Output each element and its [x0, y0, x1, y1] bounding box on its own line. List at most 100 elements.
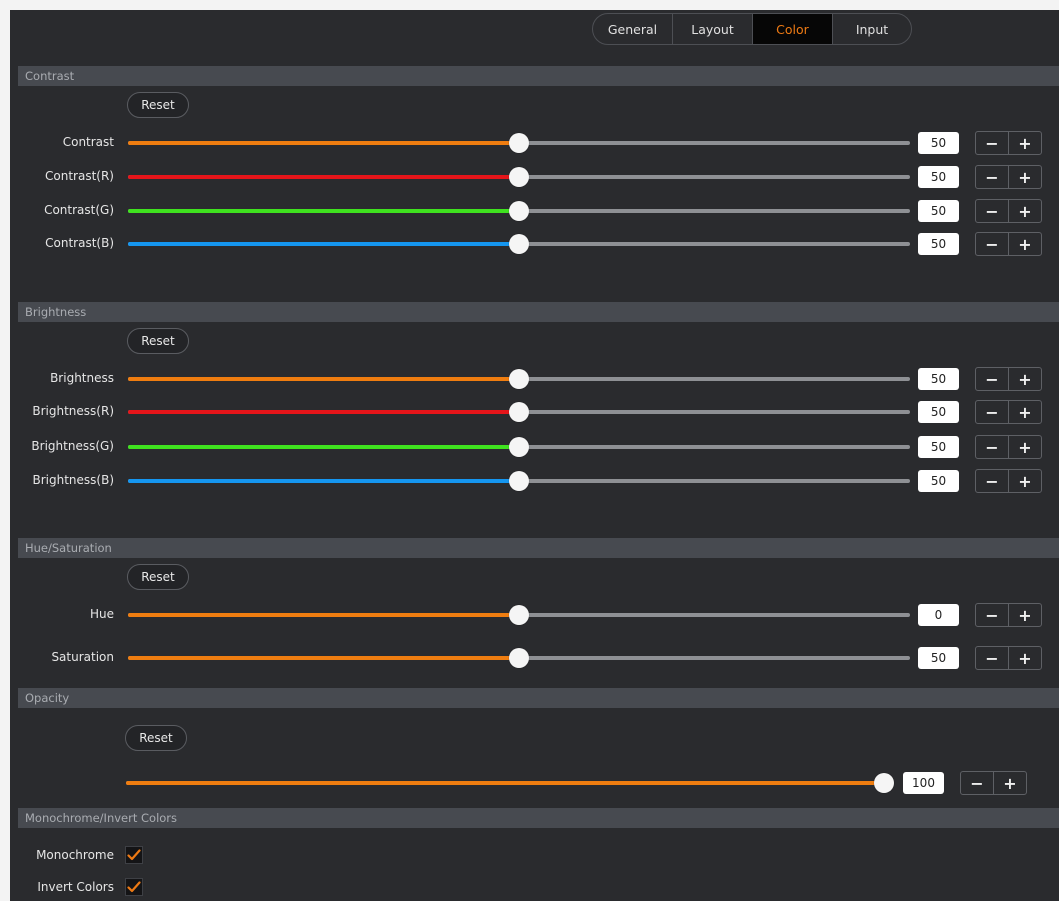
- contrast-reset-button[interactable]: Reset: [127, 92, 189, 118]
- contrast-b-stepper: − +: [975, 232, 1042, 256]
- contrast-g-label: Contrast(G): [44, 203, 114, 217]
- contrast-r-slider-fill: [128, 175, 519, 179]
- invert-colors-checkbox[interactable]: [125, 878, 143, 896]
- brightness-slider-fill: [128, 377, 519, 381]
- opacity-stepper: − +: [960, 771, 1027, 795]
- contrast-r-minus-button[interactable]: −: [976, 166, 1009, 188]
- brightness-b-label: Brightness(B): [32, 473, 114, 487]
- brightness-b-slider-thumb[interactable]: [509, 471, 529, 491]
- brightness-b-value-input[interactable]: 50: [918, 470, 959, 492]
- brightness-label: Brightness: [50, 371, 114, 385]
- contrast-r-value-input[interactable]: 50: [918, 166, 959, 188]
- contrast-g-value-input[interactable]: 50: [918, 200, 959, 222]
- opacity-slider[interactable]: [126, 773, 894, 793]
- brightness-b-minus-button[interactable]: −: [976, 470, 1009, 492]
- brightness-b-slider-fill: [128, 479, 519, 483]
- contrast-value-input[interactable]: 50: [918, 132, 959, 154]
- tab-general[interactable]: General: [593, 14, 673, 44]
- section-header-brightness: Brightness: [18, 302, 1059, 322]
- contrast-g-plus-button[interactable]: +: [1009, 200, 1041, 222]
- brightness-g-value-input[interactable]: 50: [918, 436, 959, 458]
- contrast-g-slider-thumb[interactable]: [509, 201, 529, 221]
- brightness-r-slider[interactable]: [128, 402, 910, 422]
- contrast-slider-thumb[interactable]: [509, 133, 529, 153]
- brightness-value-input[interactable]: 50: [918, 368, 959, 390]
- tab-input[interactable]: Input: [833, 14, 911, 44]
- hue-slider[interactable]: [128, 605, 910, 625]
- opacity-slider-fill: [126, 781, 884, 785]
- brightness-r-plus-button[interactable]: +: [1009, 401, 1041, 423]
- contrast-g-minus-button[interactable]: −: [976, 200, 1009, 222]
- brightness-g-label: Brightness(G): [31, 439, 114, 453]
- hue-reset-button[interactable]: Reset: [127, 564, 189, 590]
- contrast-r-label: Contrast(R): [45, 169, 114, 183]
- brightness-reset-button[interactable]: Reset: [127, 328, 189, 354]
- section-header-hue-saturation: Hue/Saturation: [18, 538, 1059, 558]
- monochrome-label: Monochrome: [36, 848, 114, 862]
- section-header-monochrome-invert: Monochrome/Invert Colors: [18, 808, 1059, 828]
- saturation-slider-thumb[interactable]: [509, 648, 529, 668]
- brightness-g-slider-fill: [128, 445, 519, 449]
- brightness-b-plus-button[interactable]: +: [1009, 470, 1041, 492]
- saturation-minus-button[interactable]: −: [976, 647, 1009, 669]
- brightness-minus-button[interactable]: −: [976, 368, 1009, 390]
- contrast-b-minus-button[interactable]: −: [976, 233, 1009, 255]
- hue-slider-thumb[interactable]: [509, 605, 529, 625]
- saturation-slider[interactable]: [128, 648, 910, 668]
- monochrome-checkbox[interactable]: [125, 846, 143, 864]
- contrast-g-slider[interactable]: [128, 201, 910, 221]
- saturation-plus-button[interactable]: +: [1009, 647, 1041, 669]
- brightness-stepper: − +: [975, 367, 1042, 391]
- contrast-b-slider[interactable]: [128, 234, 910, 254]
- brightness-g-plus-button[interactable]: +: [1009, 436, 1041, 458]
- contrast-r-slider[interactable]: [128, 167, 910, 187]
- contrast-g-slider-fill: [128, 209, 519, 213]
- hue-value-input[interactable]: 0: [918, 604, 959, 626]
- contrast-b-plus-button[interactable]: +: [1009, 233, 1041, 255]
- tab-color[interactable]: Color: [753, 14, 833, 44]
- opacity-plus-button[interactable]: +: [994, 772, 1026, 794]
- brightness-r-slider-fill: [128, 410, 519, 414]
- color-settings-panel: General Layout Color Input Contrast Rese…: [10, 10, 1059, 901]
- contrast-stepper: − +: [975, 131, 1042, 155]
- opacity-minus-button[interactable]: −: [961, 772, 994, 794]
- contrast-b-label: Contrast(B): [45, 236, 114, 250]
- saturation-label: Saturation: [51, 650, 114, 664]
- contrast-r-plus-button[interactable]: +: [1009, 166, 1041, 188]
- brightness-g-stepper: − +: [975, 435, 1042, 459]
- section-header-contrast: Contrast: [18, 66, 1059, 86]
- opacity-slider-thumb[interactable]: [874, 773, 894, 793]
- brightness-g-minus-button[interactable]: −: [976, 436, 1009, 458]
- contrast-minus-button[interactable]: −: [976, 132, 1009, 154]
- hue-plus-button[interactable]: +: [1009, 604, 1041, 626]
- brightness-g-slider[interactable]: [128, 437, 910, 457]
- opacity-reset-button[interactable]: Reset: [125, 725, 187, 751]
- saturation-stepper: − +: [975, 646, 1042, 670]
- contrast-r-slider-thumb[interactable]: [509, 167, 529, 187]
- brightness-slider-thumb[interactable]: [509, 369, 529, 389]
- section-header-opacity: Opacity: [18, 688, 1059, 708]
- contrast-b-slider-thumb[interactable]: [509, 234, 529, 254]
- brightness-slider[interactable]: [128, 369, 910, 389]
- brightness-b-slider[interactable]: [128, 471, 910, 491]
- settings-tabs: General Layout Color Input: [592, 13, 912, 45]
- contrast-label: Contrast: [62, 135, 114, 149]
- contrast-b-slider-fill: [128, 242, 519, 246]
- saturation-value-input[interactable]: 50: [918, 647, 959, 669]
- brightness-r-value-input[interactable]: 50: [918, 401, 959, 423]
- brightness-g-slider-thumb[interactable]: [509, 437, 529, 457]
- opacity-value-input[interactable]: 100: [903, 772, 944, 794]
- tab-layout[interactable]: Layout: [673, 14, 753, 44]
- brightness-plus-button[interactable]: +: [1009, 368, 1041, 390]
- contrast-slider-fill: [128, 141, 519, 145]
- brightness-r-slider-thumb[interactable]: [509, 402, 529, 422]
- hue-slider-fill: [128, 613, 519, 617]
- hue-label: Hue: [89, 607, 114, 621]
- brightness-r-minus-button[interactable]: −: [976, 401, 1009, 423]
- contrast-slider[interactable]: [128, 133, 910, 153]
- contrast-b-value-input[interactable]: 50: [918, 233, 959, 255]
- hue-minus-button[interactable]: −: [976, 604, 1009, 626]
- invert-colors-label: Invert Colors: [37, 880, 114, 894]
- check-icon: [127, 849, 141, 861]
- contrast-plus-button[interactable]: +: [1009, 132, 1041, 154]
